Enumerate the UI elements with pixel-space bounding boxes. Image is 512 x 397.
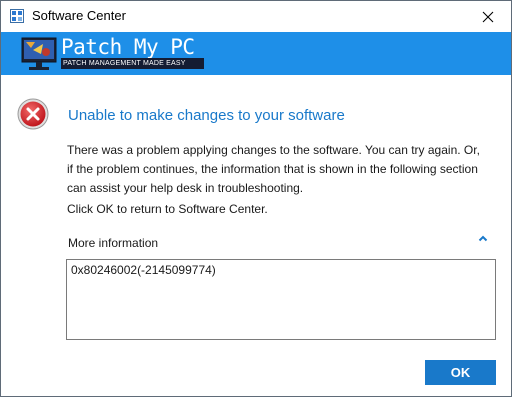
chevron-up-icon [478,235,488,241]
dialog-heading: Unable to make changes to your software [68,107,345,124]
patch-my-pc-banner: Patch My PC PATCH MANAGEMENT MADE EASY [1,32,511,75]
close-icon [482,11,494,22]
title-bar: Software Center [1,1,511,32]
computer-monitor-logo-icon [21,37,57,70]
collapse-more-information-button[interactable] [473,230,493,246]
close-button[interactable] [465,1,511,32]
ok-button[interactable]: OK [425,360,496,385]
logo-title: Patch My PC [61,35,195,59]
error-icon [17,98,49,130]
error-code-field[interactable]: 0x80246002(-2145099774) [66,259,496,340]
logo-tagline: PATCH MANAGEMENT MADE EASY [61,58,204,69]
window-title: Software Center [32,8,126,23]
more-information-label: More information [68,236,159,250]
software-center-app-icon [10,9,24,23]
error-description: There was a problem applying changes to … [67,143,480,195]
software-center-dialog: Software Center Patch My PC PATCH MANAGE… [0,0,512,397]
instruction-text: Click OK to return to Software Center. [67,202,268,216]
